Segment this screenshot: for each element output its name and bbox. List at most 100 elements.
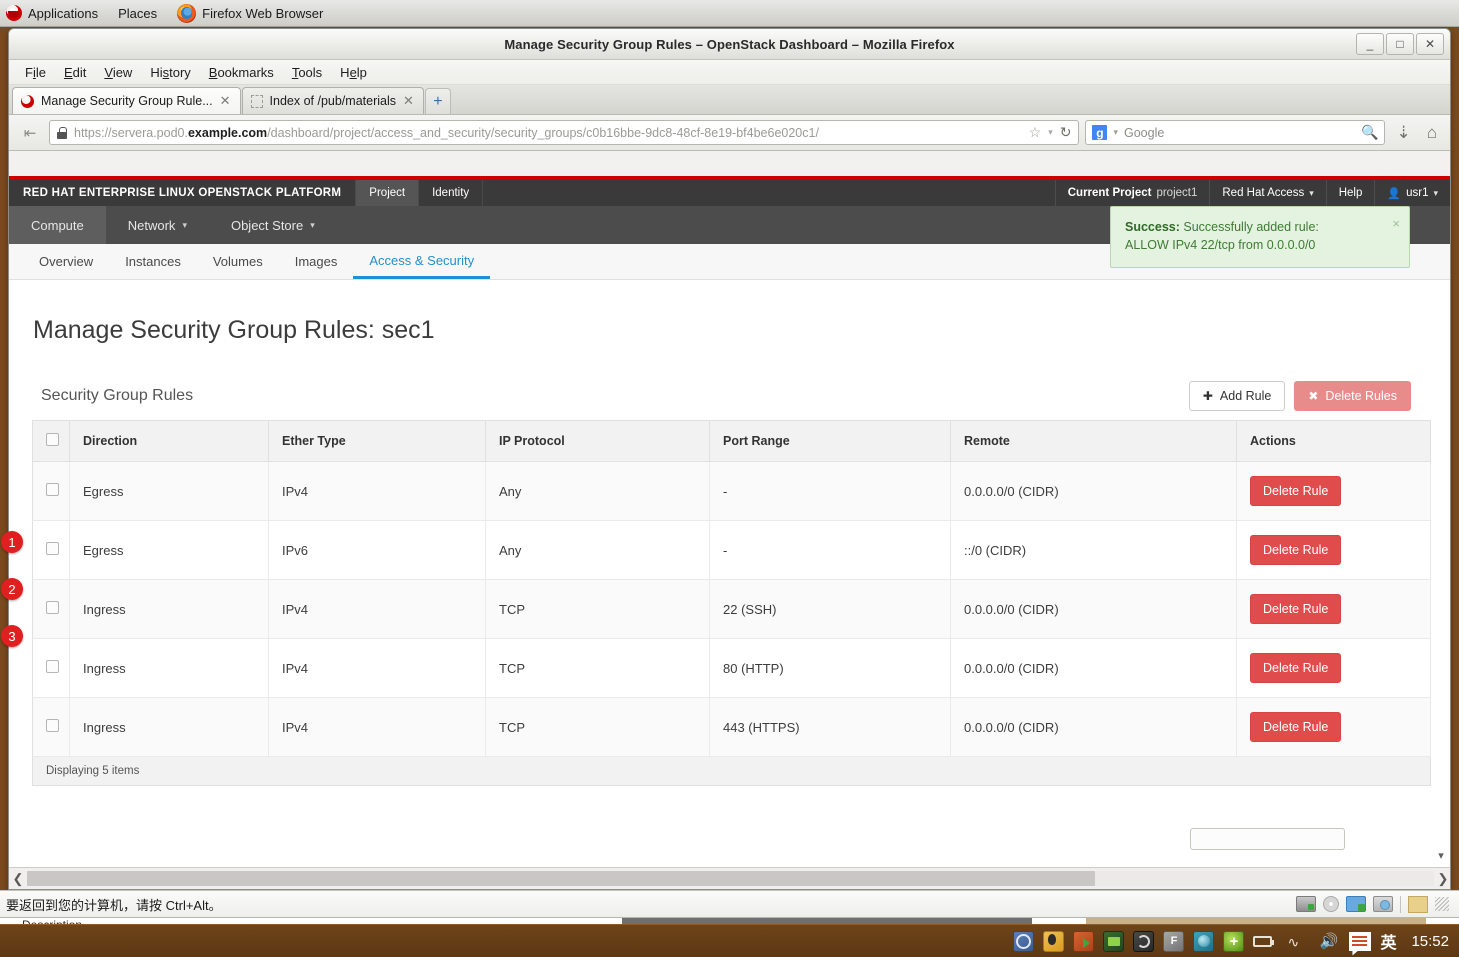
- browser-tab-2[interactable]: Index of /pub/materials ✕: [241, 87, 424, 114]
- tab-instances[interactable]: Instances: [109, 244, 197, 279]
- scrollbar-thumb[interactable]: [27, 871, 1095, 886]
- new-tab-button[interactable]: +: [424, 88, 451, 114]
- close-tab-2-icon[interactable]: ✕: [403, 93, 414, 109]
- resize-grip-icon[interactable]: [1435, 897, 1449, 911]
- window-controls: _ □ ✕: [1356, 33, 1444, 55]
- disc-burner-icon[interactable]: [1133, 930, 1155, 952]
- delete-rule-button[interactable]: Delete Rule: [1250, 476, 1342, 506]
- nav-project[interactable]: Project: [355, 180, 420, 206]
- reload-icon[interactable]: ↻: [1060, 124, 1072, 141]
- scroll-left-icon[interactable]: ❮: [9, 871, 27, 887]
- menu-tools[interactable]: Tools: [284, 63, 330, 82]
- active-window-button[interactable]: Firefox Web Browser: [167, 0, 333, 26]
- vm-harddisk-icon[interactable]: [1296, 896, 1316, 912]
- subnav-object-store[interactable]: Object Store ▾: [209, 206, 337, 244]
- red-hat-access-menu[interactable]: Red Hat Access ▾: [1209, 180, 1325, 206]
- menu-edit[interactable]: Edit: [56, 63, 94, 82]
- firefox-window: Manage Security Group Rules – OpenStack …: [8, 28, 1451, 890]
- wifi-icon[interactable]: ∿: [1285, 931, 1308, 952]
- bookmark-star-icon[interactable]: ☆: [1029, 124, 1042, 141]
- vm-cdrom-icon[interactable]: [1323, 896, 1339, 912]
- subnav-object-store-label: Object Store: [230, 217, 304, 233]
- add-green-icon[interactable]: +: [1223, 930, 1245, 952]
- browser-tab-1[interactable]: Manage Security Group Rule... ✕: [12, 87, 241, 114]
- close-button[interactable]: ✕: [1416, 33, 1444, 55]
- volume-icon[interactable]: 🔊: [1317, 931, 1340, 952]
- url-bar[interactable]: https://servera.pod0.example.com/dashboa…: [49, 120, 1080, 145]
- vm-camera-icon[interactable]: [1373, 896, 1393, 912]
- table-row: Ingress IPv4 TCP 22 (SSH) 0.0.0.0/0 (CID…: [32, 579, 1431, 639]
- share-folder-icon[interactable]: [1073, 930, 1095, 952]
- nvidia-icon[interactable]: [1103, 930, 1125, 952]
- star-chevron-down-icon[interactable]: ▾: [1048, 127, 1053, 138]
- search-input[interactable]: Google: [1124, 126, 1164, 140]
- subnav-network[interactable]: Network ▾: [106, 206, 209, 244]
- row-checkbox[interactable]: [46, 542, 59, 555]
- input-method-icon[interactable]: [1349, 931, 1372, 951]
- chevron-down-icon: ▾: [310, 219, 315, 230]
- cell-ip-protocol: Any: [485, 520, 710, 580]
- row-checkbox[interactable]: [46, 660, 59, 673]
- network-teal-icon[interactable]: [1193, 930, 1215, 952]
- search-icon[interactable]: 🔍: [1361, 124, 1378, 141]
- minimize-button[interactable]: _: [1356, 33, 1384, 55]
- column-direction: Direction: [69, 420, 269, 462]
- menu-history[interactable]: History: [142, 63, 198, 82]
- scrollbar-track[interactable]: [27, 871, 1434, 886]
- close-tab-1-icon[interactable]: ✕: [220, 93, 231, 109]
- tab-volumes[interactable]: Volumes: [197, 244, 279, 279]
- taskbar-clock[interactable]: 15:52: [1405, 933, 1449, 950]
- search-engine-chevron-down-icon[interactable]: ▾: [1113, 127, 1118, 138]
- scroll-down-icon[interactable]: ▾: [1433, 849, 1449, 866]
- tab-overview[interactable]: Overview: [23, 244, 109, 279]
- menu-view[interactable]: View: [96, 63, 140, 82]
- row-checkbox[interactable]: [46, 483, 59, 496]
- select-all-checkbox[interactable]: [46, 433, 59, 446]
- add-rule-button[interactable]: ✚ Add Rule: [1188, 381, 1286, 411]
- places-menu[interactable]: Places: [108, 0, 167, 26]
- cell-direction: Ingress: [69, 579, 269, 639]
- cell-port-range: -: [709, 520, 951, 580]
- delete-rule-button[interactable]: Delete Rule: [1250, 653, 1342, 683]
- downloads-icon[interactable]: ⇣: [1391, 123, 1415, 143]
- home-icon[interactable]: ⌂: [1422, 123, 1442, 143]
- chevron-down-icon: ▾: [182, 219, 187, 230]
- applications-menu[interactable]: Applications: [0, 0, 108, 26]
- user-menu[interactable]: 👤 usr1 ▾: [1374, 180, 1450, 206]
- vm-notes-icon[interactable]: [1408, 895, 1428, 913]
- tab-access-and-security[interactable]: Access & Security: [353, 244, 491, 279]
- cell-direction: Egress: [69, 461, 269, 521]
- search-bar[interactable]: g ▾ Google 🔍: [1085, 120, 1386, 145]
- archive-manager-icon[interactable]: [1013, 930, 1035, 952]
- red-hat-access-label: Red Hat Access: [1222, 187, 1305, 199]
- font-manager-icon[interactable]: F: [1163, 930, 1185, 952]
- horizontal-scrollbar[interactable]: ❮ ❯: [9, 867, 1450, 889]
- close-alert-icon[interactable]: ×: [1392, 215, 1400, 234]
- delete-rule-button[interactable]: Delete Rule: [1250, 594, 1342, 624]
- alert-text: Successfully added rule:: [1179, 220, 1319, 234]
- delete-rule-button[interactable]: Delete Rule: [1250, 712, 1342, 742]
- battery-icon[interactable]: [1253, 931, 1276, 952]
- row-checkbox[interactable]: [46, 601, 59, 614]
- help-link[interactable]: Help: [1325, 180, 1375, 206]
- subnav-compute[interactable]: Compute: [9, 206, 106, 244]
- cell-direction: Ingress: [69, 638, 269, 698]
- nav-identity[interactable]: Identity: [419, 180, 484, 206]
- cell-direction: Egress: [69, 520, 269, 580]
- cell-direction: Ingress: [69, 697, 269, 757]
- maximize-button[interactable]: □: [1386, 33, 1414, 55]
- delete-rule-button[interactable]: Delete Rule: [1250, 535, 1342, 565]
- input-method-language-label[interactable]: 英: [1380, 929, 1396, 953]
- row-checkbox[interactable]: [46, 719, 59, 732]
- current-project-label: Current Project: [1067, 187, 1152, 199]
- delete-rules-button[interactable]: ✖ Delete Rules: [1294, 381, 1411, 411]
- tab-images[interactable]: Images: [279, 244, 354, 279]
- penguin-qq-icon[interactable]: [1043, 930, 1065, 952]
- menu-bookmarks[interactable]: Bookmarks: [201, 63, 282, 82]
- back-forward-icon[interactable]: ⇤: [17, 124, 43, 142]
- page-title: Manage Security Group Rules: sec1: [33, 316, 435, 344]
- menu-file[interactable]: File: [17, 63, 54, 82]
- menu-help[interactable]: Help: [332, 63, 375, 82]
- vm-network-icon[interactable]: [1346, 896, 1366, 912]
- scroll-right-icon[interactable]: ❯: [1434, 871, 1450, 887]
